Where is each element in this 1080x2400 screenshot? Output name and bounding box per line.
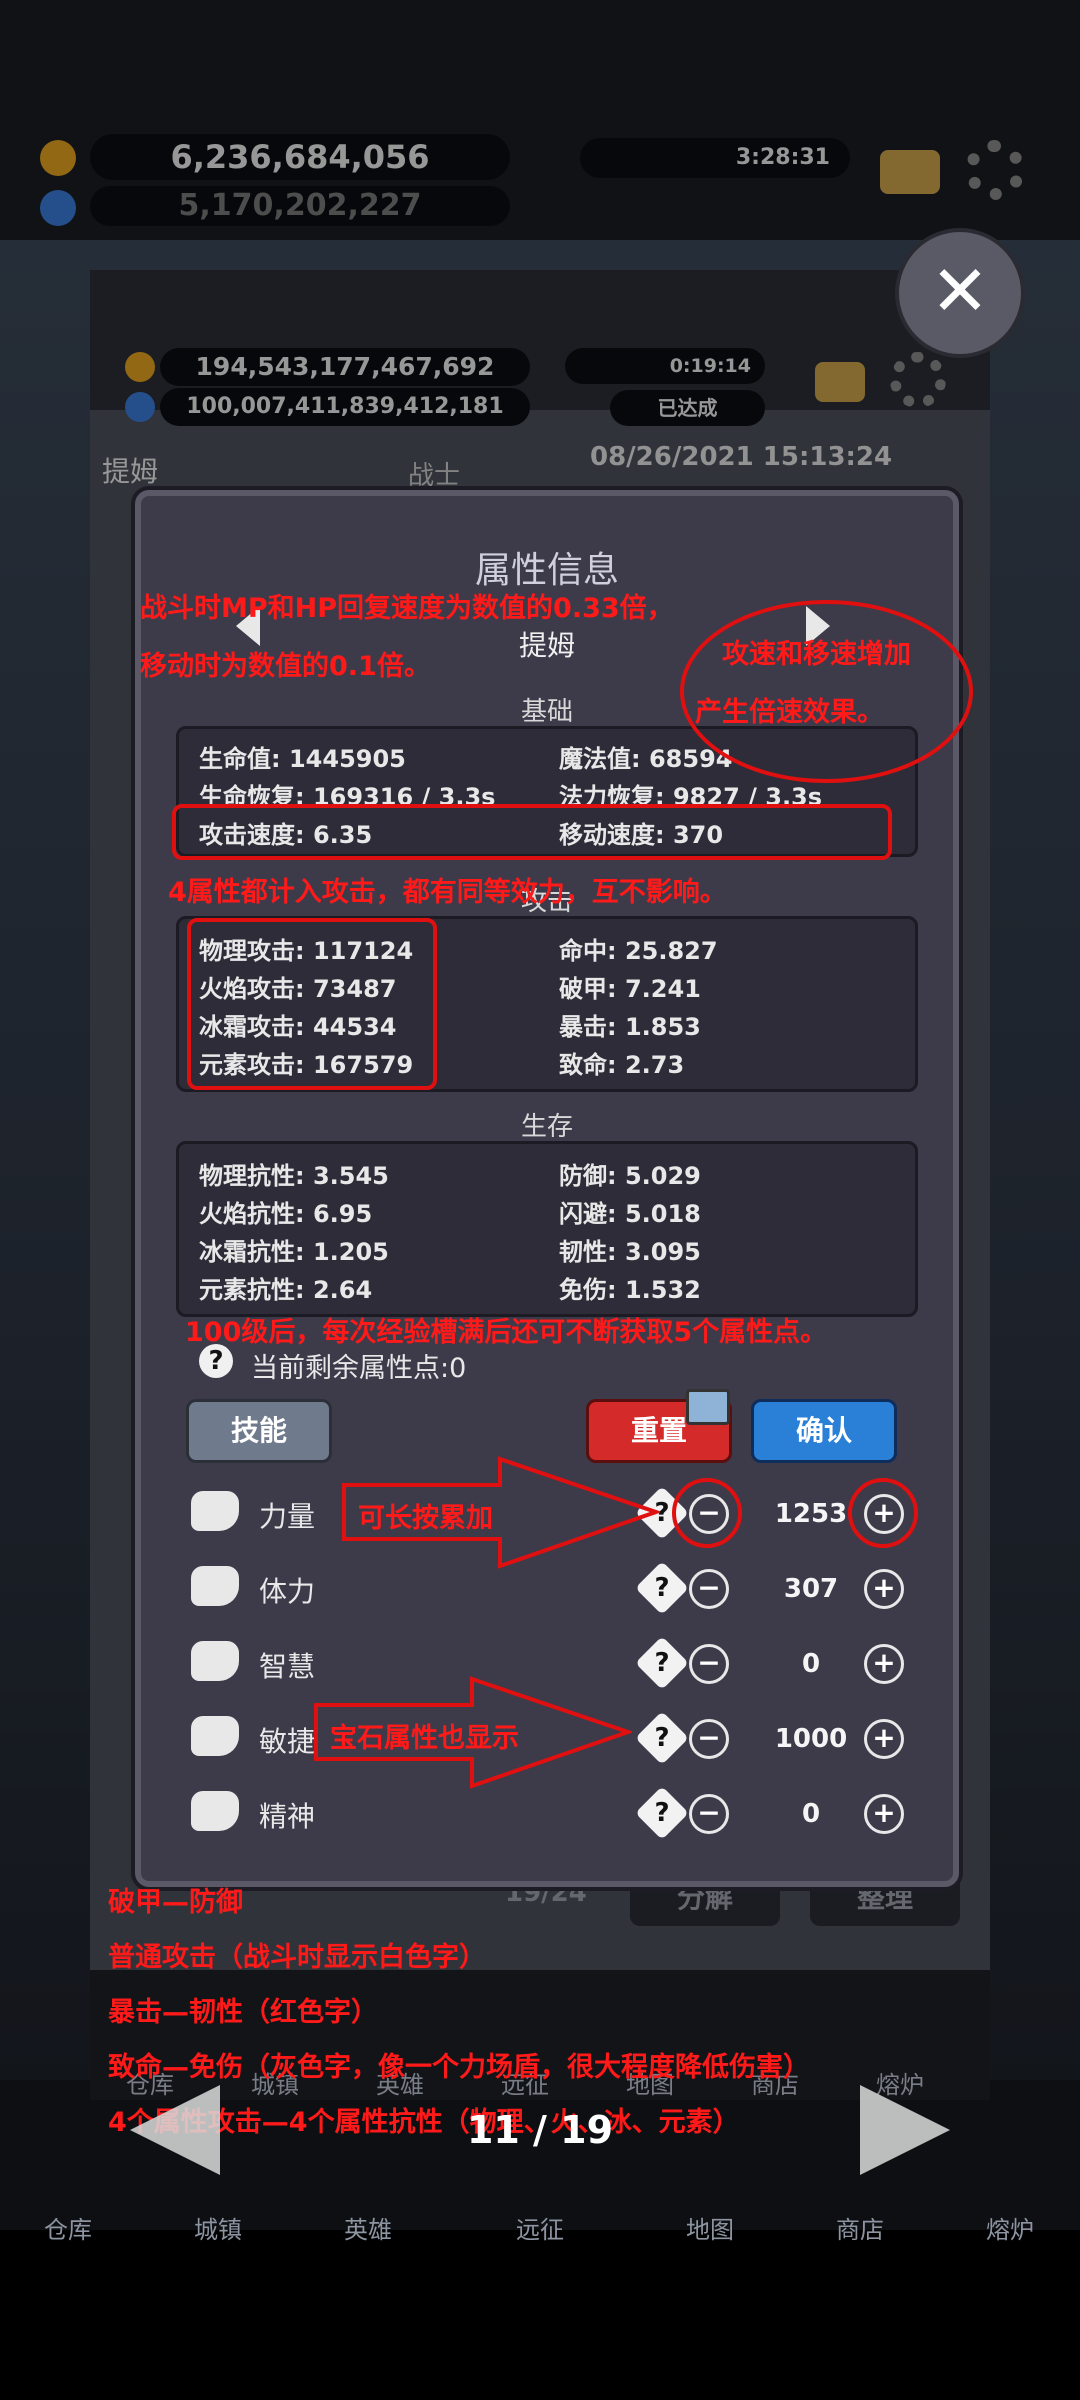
outer-nav-forge[interactable]: 熔炉	[950, 2210, 1070, 2245]
survive-stat-value: 3.095	[624, 1238, 701, 1266]
survive-stat-label: 元素抗性:	[199, 1276, 305, 1304]
attack-stat-label: 暴击:	[559, 1013, 617, 1041]
attack-stat-label: 命中:	[559, 937, 617, 965]
annotation-attack-box	[187, 918, 437, 1090]
annotation-bottom-2: 普通攻击（战斗时显示白色字）	[108, 1942, 486, 1973]
annotation-regen-1: 战斗时MP和HP回复速度为数值的0.33倍，	[140, 593, 674, 624]
attribute-help-glyph: ?	[654, 1573, 670, 1603]
survive-stat-value: 6.95	[312, 1200, 373, 1228]
attack-stat-value: 25.827	[624, 937, 718, 965]
attribute-icon	[191, 1491, 239, 1531]
annotation-regen-2: 移动时为数值的0.1倍。	[140, 651, 431, 682]
attribute-help-glyph: ?	[654, 1798, 670, 1828]
survive-stat-value: 5.018	[624, 1200, 701, 1228]
survive-stat-label: 韧性:	[559, 1238, 617, 1266]
attack-stat-value: 2.73	[624, 1051, 685, 1079]
attribute-name: 体力	[259, 1575, 316, 1608]
mp-label: 魔法值:	[559, 745, 641, 773]
annotation-speed-2: 产生倍速效果。	[695, 697, 884, 728]
next-page-arrow-icon[interactable]	[860, 2085, 950, 2175]
attribute-value: 0	[801, 1649, 821, 1679]
attribute-help-icon[interactable]: ?	[635, 1711, 689, 1765]
close-icon[interactable]: ✕	[895, 228, 1025, 358]
outer-nav-town[interactable]: 城镇	[158, 2210, 278, 2245]
survive-stat-value: 1.205	[312, 1238, 389, 1266]
attack-stat-value: 1.853	[624, 1013, 701, 1041]
annotation-plus-circle	[848, 1478, 918, 1548]
attribute-plus-button[interactable]: +	[864, 1569, 904, 1609]
attribute-plus-button[interactable]: +	[864, 1794, 904, 1834]
attribute-minus-button[interactable]: −	[689, 1794, 729, 1834]
annotation-gem: 宝石属性也显示	[330, 1723, 519, 1754]
attribute-help-icon[interactable]: ?	[635, 1636, 689, 1690]
attribute-plus-button[interactable]: +	[864, 1719, 904, 1759]
attack-stat-label: 破甲:	[559, 975, 617, 1003]
attack-stat-label: 致命:	[559, 1051, 617, 1079]
skill-button[interactable]: 技能	[186, 1399, 332, 1463]
attribute-help-glyph: ?	[654, 1648, 670, 1678]
survive-stat-label: 免伤:	[559, 1276, 617, 1304]
annotation-level: 100级后，每次经验槽满后还可不断获取5个属性点。	[185, 1317, 828, 1348]
page-indicator: 11 / 19	[466, 2108, 614, 2152]
attribute-minus-button[interactable]: −	[689, 1569, 729, 1609]
attribute-name: 敏捷	[259, 1725, 316, 1758]
attribute-value: 0	[801, 1799, 821, 1829]
survive-stat-label: 闪避:	[559, 1200, 617, 1228]
attribute-icon	[191, 1791, 239, 1831]
survive-stat-value: 1.532	[624, 1276, 701, 1304]
help-icon[interactable]: ?	[199, 1344, 233, 1378]
attack-stat-value: 7.241	[624, 975, 701, 1003]
annotation-attack: 4属性都计入攻击，都有同等效力，互不影响。	[168, 877, 727, 908]
survive-stat-label: 火焰抗性:	[199, 1200, 305, 1228]
outer-nav-hero[interactable]: 英雄	[308, 2210, 428, 2245]
outer-nav-shop[interactable]: 商店	[800, 2210, 920, 2245]
outer-nav-warehouse[interactable]: 仓库	[8, 2210, 128, 2245]
tv-ad-icon	[686, 1389, 730, 1425]
attribute-icon	[191, 1641, 239, 1681]
attribute-name: 力量	[259, 1500, 316, 1533]
attribute-icon	[191, 1716, 239, 1756]
annotation-speed-box	[172, 804, 892, 860]
survive-section-title: 生存	[520, 1112, 573, 1142]
attribute-minus-button[interactable]: −	[689, 1719, 729, 1759]
annotation-bottom-4: 致命—免伤（灰色字，像一个力场盾，很大程度降低伤害）	[108, 2052, 810, 2083]
survive-stat-label: 物理抗性:	[199, 1162, 305, 1190]
outer-nav-map[interactable]: 地图	[650, 2210, 770, 2245]
survive-section: 物理抗性: 3.545 防御: 5.029 火焰抗性: 6.95 闪避: 5.018 冰…	[176, 1141, 918, 1317]
survive-stat-value: 2.64	[312, 1276, 373, 1304]
outer-nav-expedition[interactable]: 远征	[480, 2210, 600, 2245]
attribute-help-icon[interactable]: ?	[635, 1786, 689, 1840]
annotation-minus-circle	[672, 1478, 742, 1548]
survive-stat-label: 冰霜抗性:	[199, 1238, 305, 1266]
annotation-bottom-3: 暴击—韧性（红色字）	[108, 1997, 378, 2028]
hp-label: 生命值:	[199, 745, 281, 773]
attribute-name: 智慧	[259, 1650, 316, 1683]
attribute-help-glyph: ?	[654, 1723, 670, 1753]
attribute-value: 1253	[774, 1499, 848, 1529]
annotation-hold: 可长按累加	[358, 1503, 493, 1534]
survive-stat-value: 5.029	[624, 1162, 701, 1190]
attribute-icon	[191, 1566, 239, 1606]
attribute-name: 精神	[259, 1800, 316, 1833]
attribute-value: 1000	[774, 1724, 848, 1754]
annotation-speed-1: 攻速和移速增加	[722, 639, 911, 670]
survive-stat-label: 防御:	[559, 1162, 617, 1190]
attribute-minus-button[interactable]: −	[689, 1644, 729, 1684]
attribute-value: 307	[783, 1574, 839, 1604]
survive-stat-value: 3.545	[312, 1162, 389, 1190]
prev-page-arrow-icon[interactable]	[130, 2085, 220, 2175]
attribute-plus-button[interactable]: +	[864, 1644, 904, 1684]
hp-value: 1445905	[288, 745, 406, 773]
annotation-bottom-1: 破甲—防御	[108, 1887, 243, 1918]
remaining-points: 当前剩余属性点:0	[251, 1353, 467, 1384]
confirm-button[interactable]: 确认	[751, 1399, 897, 1463]
